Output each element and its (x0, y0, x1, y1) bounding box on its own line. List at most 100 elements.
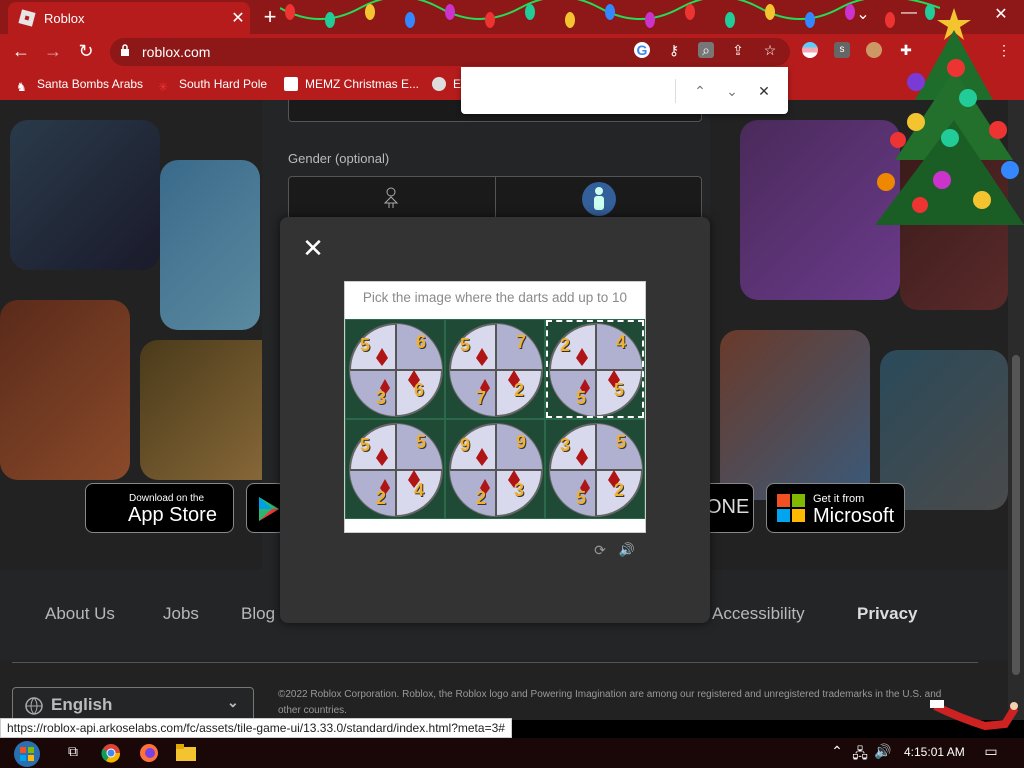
dart-score-number: 5 (616, 432, 627, 452)
address-bar[interactable]: roblox.com (110, 38, 790, 66)
light-bulb (325, 12, 335, 28)
audio-challenge-icon[interactable]: 🔊 (618, 542, 636, 558)
background-game-tile (160, 160, 260, 330)
gender-selector (288, 176, 702, 220)
background-game-tile (0, 300, 130, 480)
chevron-up-icon[interactable]: ⌃ (826, 743, 848, 763)
scrollbar-thumb[interactable] (1012, 355, 1020, 675)
bookmark-label: South Hard Pole (179, 77, 268, 91)
footer-link-jobs[interactable]: Jobs (163, 604, 199, 624)
bookmark-item[interactable]: ♞ Santa Bombs Arabs (16, 77, 143, 94)
dart-score-number: 2 (560, 335, 571, 355)
dart-score-number: 5 (460, 335, 471, 355)
captcha-tile[interactable]: 5 5 2 4 (345, 419, 445, 519)
dart-score-number: 5 (416, 432, 427, 452)
start-button-icon[interactable] (8, 740, 46, 768)
dart-score-number: 2 (514, 380, 525, 400)
dart-score-number: 9 (516, 432, 527, 452)
male-icon (582, 182, 616, 216)
zoom-icon[interactable]: ⌕ (698, 42, 714, 58)
bookmark-star-icon[interactable]: ☆ (762, 42, 778, 58)
gender-female-button[interactable] (289, 177, 495, 219)
modal-close-button[interactable]: ✕ (302, 235, 324, 261)
key-icon[interactable]: ⚷ (666, 42, 682, 58)
captcha-tile[interactable]: 5 7 7 2 (445, 319, 545, 419)
santa-icon: ♞ (16, 80, 27, 94)
clock[interactable]: 4:15:01 AM (904, 745, 965, 759)
light-bulb (725, 12, 735, 28)
share-icon[interactable]: ⇪ (730, 42, 746, 58)
microsoft-logo-icon (777, 494, 805, 522)
chrome-taskbar-icon[interactable] (101, 743, 121, 763)
find-bar: ⌃ ⌄ ✕ (461, 67, 788, 114)
light-bulb (565, 12, 575, 28)
language-selector[interactable]: English ⌄ (12, 687, 254, 720)
notifications-icon[interactable]: ▭ (980, 743, 1002, 763)
light-bulb (645, 12, 655, 28)
tab-roblox[interactable]: Roblox ✕ (8, 2, 250, 34)
dart-score-number: 2 (376, 488, 387, 508)
footer-link-accessibility[interactable]: Accessibility (712, 604, 805, 624)
bookmark-item[interactable]: ✳ South Hard Pole (158, 77, 267, 94)
memz-icon (284, 77, 298, 91)
dart-score-number: 3 (514, 480, 525, 500)
captcha-challenge: Pick the image where the darts add up to… (344, 281, 646, 533)
dart-score-number: 6 (414, 380, 425, 400)
captcha-tile[interactable]: 9 9 2 3 (445, 419, 545, 519)
tab-title: Roblox (44, 11, 85, 26)
footer-link-privacy[interactable]: Privacy (857, 604, 918, 624)
microsoft-store-button[interactable]: Get it from Microsoft (766, 483, 905, 533)
footer-link-blog[interactable]: Blog (241, 604, 275, 624)
google-lens-icon[interactable]: G (634, 42, 650, 58)
extension-flag-icon[interactable] (802, 42, 818, 58)
light-bulb (405, 12, 415, 28)
dart-score-number: 9 (460, 435, 471, 455)
captcha-tile[interactable]: 3 5 5 2 (545, 419, 645, 519)
raccoon-icon (432, 77, 446, 91)
back-button[interactable]: ← (8, 41, 34, 62)
find-divider (675, 79, 676, 103)
extension-s-icon[interactable]: s (834, 42, 850, 58)
light-bulb (485, 12, 495, 28)
light-bulb (525, 4, 535, 20)
christmas-tree-decoration (875, 8, 1024, 225)
flying-santa-decoration (930, 700, 1019, 731)
find-previous-button[interactable]: ⌃ (689, 80, 711, 102)
chevron-down-icon: ⌄ (227, 694, 239, 710)
gender-male-button[interactable] (495, 177, 701, 219)
dart-score-number: 4 (616, 332, 627, 352)
bookmark-item[interactable]: MEMZ Christmas E... (284, 77, 419, 91)
new-tab-button[interactable]: + (258, 4, 282, 30)
dart-score-number: 5 (360, 435, 371, 455)
light-bulb (365, 4, 375, 20)
captcha-modal: ✕ Pick the image where the darts add up … (280, 217, 710, 623)
dart-score-number: 6 (416, 332, 427, 352)
dart-score-number: 5 (576, 388, 587, 408)
find-close-button[interactable]: ✕ (753, 80, 775, 102)
file-explorer-icon[interactable] (176, 744, 196, 762)
reload-challenge-icon[interactable]: ⟳ (591, 542, 609, 559)
lock-icon (121, 44, 129, 56)
tab-close-icon[interactable]: ✕ (228, 8, 248, 28)
volume-icon[interactable]: 🔊 (872, 743, 894, 763)
network-icon[interactable]: 🖧 (849, 743, 871, 763)
captcha-tile[interactable]: 5 6 3 6 (345, 319, 445, 419)
firefox-taskbar-icon[interactable] (139, 743, 159, 763)
forward-button[interactable]: → (40, 41, 66, 62)
dart-score-number: 2 (614, 480, 625, 500)
footer-link-about-us[interactable]: About Us (45, 604, 115, 624)
gender-label: Gender (optional) (288, 151, 390, 166)
dart-score-number: 7 (476, 388, 487, 408)
reload-button[interactable]: ↻ (73, 41, 99, 62)
find-next-button[interactable]: ⌄ (721, 80, 743, 102)
female-icon (383, 187, 399, 208)
bookmark-item[interactable]: E (432, 77, 461, 91)
language-value: English (51, 695, 113, 714)
light-bulb (805, 12, 815, 28)
app-store-button[interactable]: Download on the App Store (85, 483, 234, 533)
captcha-tile[interactable]: 2 4 5 5 (545, 319, 645, 419)
store-button-big: Microsoft (813, 505, 895, 527)
dart-score-number: 2 (476, 488, 487, 508)
find-input[interactable] (469, 77, 674, 103)
task-view-icon[interactable]: ⧉ (62, 743, 84, 763)
